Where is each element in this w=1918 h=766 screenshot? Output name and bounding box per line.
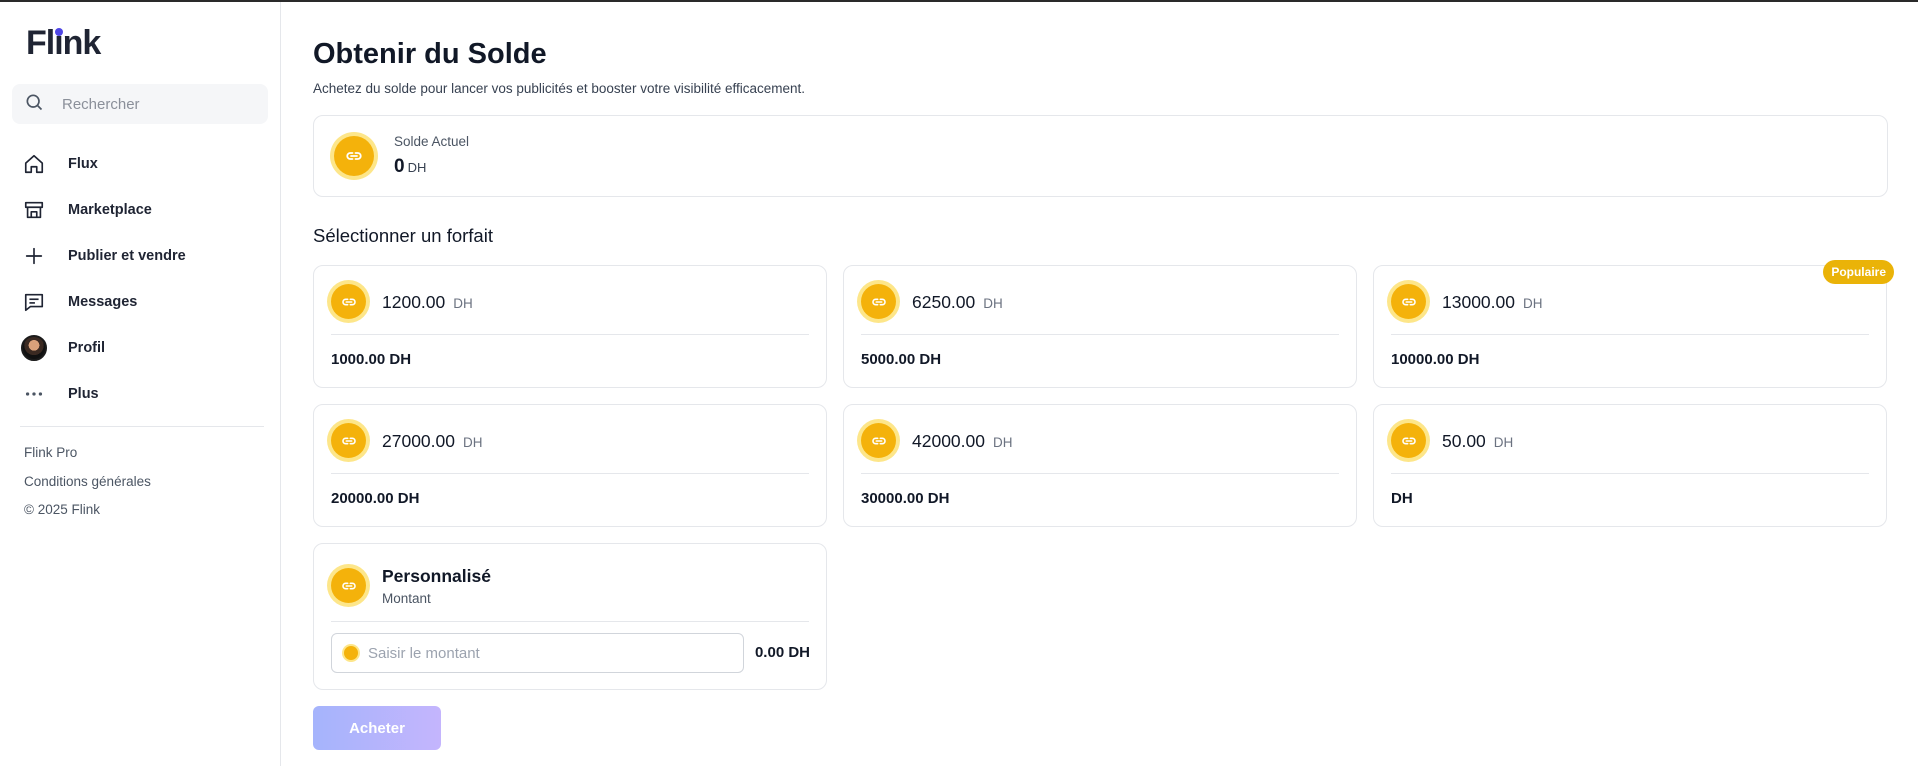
more-dots-icon xyxy=(12,383,56,405)
search-icon xyxy=(12,92,44,117)
search-box[interactable] xyxy=(12,84,268,124)
section-title: Sélectionner un forfait xyxy=(313,225,493,246)
sidebar-item-publier[interactable]: Publier et vendre xyxy=(12,236,268,276)
plan-price-unit: DH xyxy=(453,296,473,311)
sidebar-item-label: Profil xyxy=(68,340,106,356)
plan-price-value: 27000.00 xyxy=(382,431,455,451)
plan-card[interactable]: 6250.00 DH 5000.00 DH xyxy=(843,265,1357,388)
coin-icon xyxy=(1391,284,1426,319)
plan-price-unit: DH xyxy=(983,296,1003,311)
plan-price-unit: DH xyxy=(1493,435,1514,450)
plus-icon xyxy=(12,245,56,267)
search-input[interactable] xyxy=(62,95,252,113)
plan-amount: 5000.00 DH xyxy=(861,351,942,368)
plan-amount: 30000.00 DH xyxy=(861,490,950,507)
plan-price: 50.00 DH xyxy=(1442,431,1513,452)
coin-icon xyxy=(331,284,366,319)
store-icon xyxy=(12,199,56,221)
plan-card[interactable]: 27000.00 DH 20000.00 DH xyxy=(313,404,827,527)
plan-price: 13000.00 DH xyxy=(1442,292,1543,313)
sidebar-item-label: Publier et vendre xyxy=(68,248,186,264)
plan-divider xyxy=(331,334,809,335)
custom-total: 0.00 DH xyxy=(754,644,810,661)
message-icon xyxy=(12,291,56,313)
custom-plan-title: Personnalisé xyxy=(382,566,491,586)
custom-plan-subtitle: Montant xyxy=(382,591,431,606)
home-icon xyxy=(12,153,56,175)
plan-price-value: 1200.00 xyxy=(382,292,446,312)
plan-price: 1200.00 DH xyxy=(382,292,473,313)
sidebar-item-label: Messages xyxy=(68,294,138,310)
coin-icon xyxy=(1391,423,1426,458)
balance-value: 0 DH xyxy=(394,156,426,178)
plan-price-value: 42000.00 xyxy=(912,431,985,451)
flink-pro-link[interactable]: Flink Pro xyxy=(24,445,77,460)
balance-label: Solde Actuel xyxy=(394,134,470,149)
plan-card-popular[interactable]: 13000.00 DH 10000.00 DH Populaire xyxy=(1373,260,1894,388)
plan-price-unit: DH xyxy=(993,435,1013,450)
sidebar-item-plus[interactable]: Plus xyxy=(12,374,268,414)
plan-divider xyxy=(861,334,1339,335)
plan-amount: DH xyxy=(1391,490,1413,507)
plan-amount: 10000.00 DH xyxy=(1391,351,1480,368)
app-logo[interactable]: Flink xyxy=(26,24,101,63)
plan-price: 42000.00 DH xyxy=(912,431,1013,452)
plan-price-unit: DH xyxy=(1523,296,1543,311)
coin-icon xyxy=(344,646,358,660)
coin-icon xyxy=(334,136,374,176)
sidebar-item-label: Flux xyxy=(68,156,98,172)
avatar xyxy=(21,335,47,361)
plan-card[interactable]: 50.00 DH DH xyxy=(1373,404,1887,527)
coin-icon xyxy=(331,423,366,458)
sidebar-item-profil[interactable]: Profil xyxy=(12,328,268,368)
sidebar-divider xyxy=(20,426,264,427)
coin-icon xyxy=(861,284,896,319)
plan-card[interactable]: 42000.00 DH 30000.00 DH xyxy=(843,404,1357,527)
sidebar-item-label: Plus xyxy=(68,386,99,402)
plan-divider xyxy=(1391,334,1869,335)
balance-amount: 0 xyxy=(394,156,405,177)
plan-divider xyxy=(861,473,1339,474)
sidebar-item-label: Marketplace xyxy=(68,202,152,218)
sidebar-item-messages[interactable]: Messages xyxy=(12,282,268,322)
popular-badge: Populaire xyxy=(1823,260,1894,284)
plan-price: 27000.00 DH xyxy=(382,431,483,452)
plan-amount: 1000.00 DH xyxy=(331,351,412,368)
plan-divider xyxy=(331,473,809,474)
plan-price-value: 50.00 xyxy=(1442,431,1486,451)
window-top-border xyxy=(0,0,1918,2)
sidebar: Flink Flux Marketplace Publier et vendre… xyxy=(0,2,281,766)
custom-plan-card[interactable]: Personnalisé Montant 0.00 DH xyxy=(313,543,827,690)
sidebar-item-marketplace[interactable]: Marketplace xyxy=(12,190,268,230)
balance-card: Solde Actuel 0 DH xyxy=(313,115,1888,197)
plan-divider xyxy=(331,621,809,622)
amount-input[interactable] xyxy=(368,644,728,662)
terms-link[interactable]: Conditions générales xyxy=(24,474,151,489)
amount-field[interactable] xyxy=(331,633,744,673)
coin-icon xyxy=(861,423,896,458)
logo-dot xyxy=(55,28,63,36)
plan-price-unit: DH xyxy=(463,435,483,450)
buy-button[interactable]: Acheter xyxy=(313,706,441,750)
plan-card[interactable]: 1200.00 DH 1000.00 DH xyxy=(313,265,827,388)
balance-unit: DH xyxy=(407,160,427,175)
plan-price-value: 6250.00 xyxy=(912,292,976,312)
coin-icon xyxy=(331,568,366,603)
page-title: Obtenir du Solde xyxy=(313,38,547,70)
plan-price: 6250.00 DH xyxy=(912,292,1003,313)
plan-amount: 20000.00 DH xyxy=(331,490,420,507)
sidebar-item-flux[interactable]: Flux xyxy=(12,144,268,184)
copyright-text: © 2025 Flink xyxy=(24,502,100,517)
plan-divider xyxy=(1391,473,1869,474)
plan-price-value: 13000.00 xyxy=(1442,292,1515,312)
page-subtitle: Achetez du solde pour lancer vos publici… xyxy=(313,81,806,96)
